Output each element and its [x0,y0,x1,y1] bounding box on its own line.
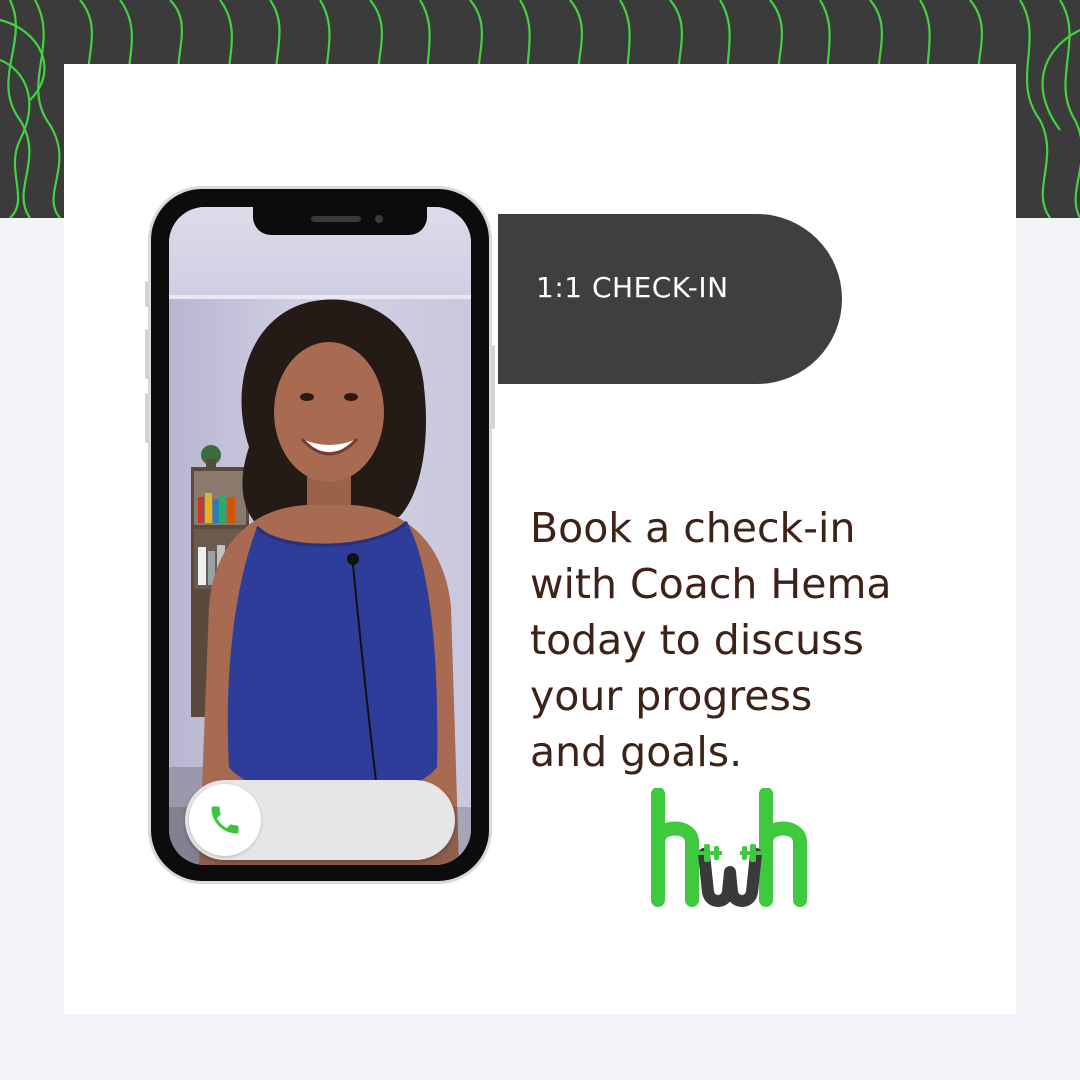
promo-message-line: with Coach Hema [530,560,892,608]
phone-icon [211,806,239,834]
promo-message: Book a check-in with Coach Hema today to… [530,500,1000,780]
phone-screen [169,207,471,865]
phone-power-button [491,345,495,429]
hwh-logo [651,788,807,907]
answer-call-button[interactable] [189,784,261,856]
coach-video-photo [169,207,471,865]
promo-message-line: Book a check-in [530,504,856,552]
check-in-badge: 1:1 CHECK-IN [498,214,842,384]
speaker-grille [311,216,361,222]
promo-message-line: and goals. [530,728,743,776]
check-in-badge-label: 1:1 CHECK-IN [536,271,729,304]
phone-side-button [145,281,149,307]
promo-message-line: your progress [530,672,813,720]
front-camera [375,215,383,223]
phone-mockup [145,186,495,884]
phone-volume-down-button [145,393,149,443]
promo-message-line: today to discuss [530,616,864,664]
phone-notch [253,207,427,235]
slide-to-answer-bar[interactable] [185,780,455,860]
phone-volume-up-button [145,329,149,379]
